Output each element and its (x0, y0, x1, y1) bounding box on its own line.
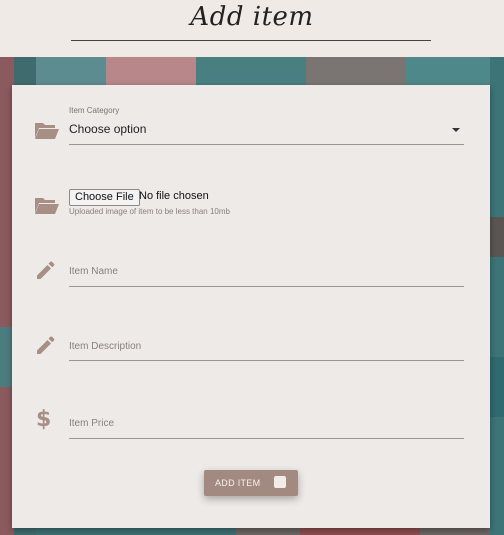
item-description-field[interactable]: Item Description (12, 320, 490, 370)
item-description-input[interactable]: Item Description (69, 341, 141, 352)
title-divider (71, 40, 431, 41)
category-select[interactable]: Item Category Choose option (12, 85, 490, 165)
image-upload: Choose File No file chosen Uploaded imag… (12, 165, 490, 235)
page-title: Add item (190, 2, 314, 32)
item-price-underline (69, 438, 464, 439)
item-name-input[interactable]: Item Name (69, 266, 118, 277)
checkbox-icon (274, 476, 286, 488)
folder-open-icon (34, 193, 60, 217)
pencil-icon (34, 258, 58, 282)
file-size-hint: Uploaded image of item to be less than 1… (69, 207, 230, 216)
pencil-icon (34, 333, 58, 357)
chevron-down-icon[interactable] (452, 128, 460, 132)
dollar-icon: $ (36, 407, 52, 432)
item-price-field[interactable]: $ Item Price (12, 400, 490, 450)
add-item-button-label: ADD ITEM (215, 478, 261, 488)
add-item-form: Item Category Choose option Choose File … (12, 85, 490, 528)
page-header: Add item (0, 0, 504, 57)
item-description-underline (69, 360, 464, 361)
choose-file-button[interactable]: Choose File (69, 189, 140, 206)
category-label: Item Category (69, 106, 120, 115)
category-selected-value[interactable]: Choose option (69, 122, 146, 136)
folder-open-icon (34, 118, 60, 142)
add-item-button[interactable]: ADD ITEM (204, 470, 298, 496)
category-underline (69, 144, 464, 145)
file-status-text: No file chosen (139, 190, 209, 202)
item-name-underline (69, 286, 464, 287)
item-price-input[interactable]: Item Price (69, 418, 114, 429)
item-name-field[interactable]: Item Name (12, 245, 490, 295)
